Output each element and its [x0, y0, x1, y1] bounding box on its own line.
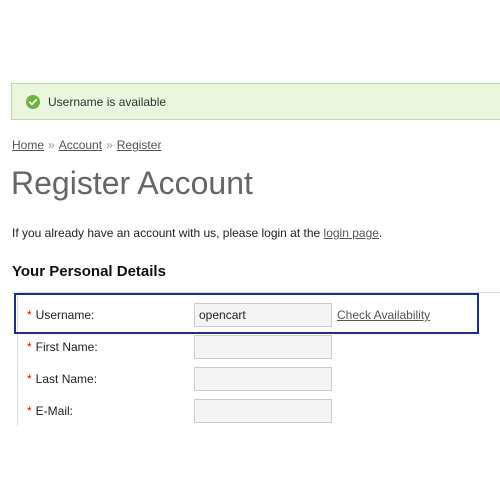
- username-input[interactable]: [194, 303, 332, 327]
- login-prompt-text: If you already have an account with us, …: [12, 226, 324, 240]
- firstname-label: * First Name:: [27, 340, 98, 354]
- personal-details-heading: Your Personal Details: [12, 263, 166, 280]
- firstname-row: * First Name:: [18, 331, 500, 363]
- required-marker: *: [27, 308, 32, 322]
- personal-details-form: *Username: Check Availability *First Nam…: [17, 292, 500, 426]
- firstname-input[interactable]: [194, 335, 332, 359]
- page-title: Register Account: [11, 165, 253, 201]
- email-row: * E-Mail:: [18, 395, 500, 427]
- email-label: * E-Mail:: [27, 404, 73, 418]
- check-circle-icon: [26, 94, 40, 109]
- email-input[interactable]: [194, 399, 332, 423]
- login-page-link[interactable]: login page: [324, 226, 379, 240]
- username-label-text: Username:: [35, 308, 95, 322]
- lastname-row: * Last Name:: [18, 363, 500, 395]
- breadcrumb-account[interactable]: Account: [59, 138, 102, 152]
- breadcrumb-separator: »: [106, 138, 113, 152]
- breadcrumb-register[interactable]: Register: [117, 138, 162, 152]
- username-label: * Username:: [27, 308, 94, 322]
- breadcrumb: Home » Account » Register: [12, 138, 161, 152]
- email-label-text: E-Mail:: [35, 404, 74, 418]
- required-marker: *: [27, 404, 32, 418]
- success-alert: Username is available: [11, 83, 500, 120]
- login-prompt-end: .: [378, 226, 383, 240]
- lastname-label-text: Last Name:: [35, 372, 98, 386]
- required-marker: *: [27, 340, 32, 354]
- breadcrumb-separator: »: [48, 138, 55, 152]
- firstname-label-text: First Name:: [35, 340, 98, 354]
- alert-message: Username is available: [48, 94, 167, 109]
- username-row: *Username: Check Availability: [18, 299, 500, 331]
- register-page: Username is available Home » Account » Regis…: [0, 0, 500, 500]
- required-marker: *: [27, 372, 32, 386]
- lastname-label: * Last Name:: [27, 372, 97, 386]
- breadcrumb-home[interactable]: Home: [12, 138, 44, 152]
- lastname-input[interactable]: [194, 367, 332, 391]
- login-prompt: If you already have an account with us, …: [12, 226, 382, 240]
- check-availability-link[interactable]: Check Availability: [337, 308, 430, 322]
